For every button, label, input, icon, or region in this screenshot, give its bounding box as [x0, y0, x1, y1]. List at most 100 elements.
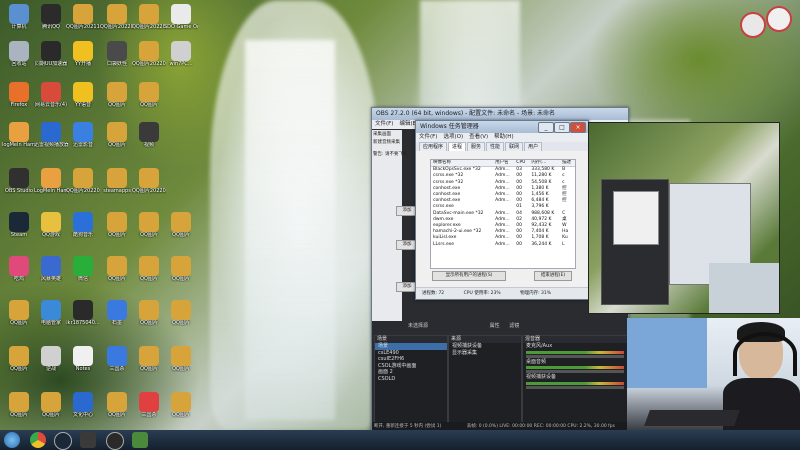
- desktop-icon[interactable]: QQ图片: [164, 346, 198, 380]
- desktop-icon[interactable]: QQ图片20211212...: [66, 4, 100, 38]
- close-button[interactable]: ×: [570, 122, 586, 133]
- tm-process-row[interactable]: DataSvc-main.exe *32 Adm... 04 988,608 KC: [431, 211, 575, 217]
- desktop-icon[interactable]: 吃鸡: [2, 256, 36, 290]
- obs-scene-item[interactable]: CSOLD: [375, 376, 447, 383]
- desktop-icon[interactable]: ikr1875040...: [66, 300, 100, 334]
- desktop-icon[interactable]: QQ图片: [2, 300, 36, 334]
- cs-taskbar-icon[interactable]: [80, 432, 96, 448]
- network-tray-icon[interactable]: [740, 12, 766, 38]
- tm-tab[interactable]: 性能: [486, 142, 505, 151]
- tm-column-header[interactable]: 内存(...: [529, 160, 561, 168]
- desktop-icon[interactable]: QQ图片: [132, 212, 166, 246]
- tm-tab[interactable]: 应用程序: [419, 142, 448, 151]
- desktop-icon[interactable]: SDO Game Online: [164, 4, 198, 38]
- tm-menu-item[interactable]: 查看(V): [469, 134, 488, 140]
- end-process-button[interactable]: 结束进程(E): [534, 271, 572, 281]
- tm-column-header[interactable]: 映像名称: [431, 160, 494, 168]
- steam-taskbar-icon[interactable]: [54, 432, 72, 450]
- desktop-icon[interactable]: QQ图片: [100, 256, 134, 290]
- app-tray-icon[interactable]: [766, 6, 792, 32]
- tm-menu-item[interactable]: 选项(O): [443, 134, 463, 140]
- desktop-icon[interactable]: 回收站: [2, 41, 36, 75]
- tm-column-header[interactable]: CPU: [514, 160, 530, 168]
- desktop-icon[interactable]: steamapps: [100, 168, 134, 202]
- minimize-button[interactable]: _: [538, 122, 554, 133]
- webcam-taskbar-icon[interactable]: [132, 432, 148, 448]
- start-button[interactable]: [4, 432, 20, 448]
- desktop-icon[interactable]: QQ图片: [34, 392, 68, 426]
- desktop-icon[interactable]: 酷狗音乐: [66, 212, 100, 246]
- desktop-icon[interactable]: 同期UU加速器: [34, 41, 68, 75]
- desktop-icon[interactable]: QQ图片: [100, 212, 134, 246]
- desktop-icon[interactable]: QQ图片20220316...: [132, 168, 166, 202]
- desktop-icon[interactable]: Steam: [2, 212, 36, 246]
- tm-tab[interactable]: 联网: [505, 142, 524, 151]
- desktop-icon[interactable]: LogMeIn Hamachi: [34, 168, 68, 202]
- obs-volume-slider[interactable]: [526, 354, 624, 358]
- desktop-icon[interactable]: QQ图片20220316...: [100, 4, 134, 38]
- tm-menu-item[interactable]: 文件(F): [419, 134, 437, 140]
- tm-menu-item[interactable]: 帮助(H): [494, 134, 513, 140]
- desktop-icon[interactable]: QQ图片: [164, 300, 198, 334]
- desktop-icon[interactable]: QQ图片: [100, 122, 134, 156]
- desktop-icon[interactable]: win7PC...: [164, 41, 198, 75]
- desktop-icon[interactable]: Notes: [66, 346, 100, 380]
- tm-tab[interactable]: 服务: [467, 142, 486, 151]
- desktop-icon[interactable]: 文化中心: [66, 392, 100, 426]
- desktop-icon[interactable]: QQ图片: [2, 346, 36, 380]
- obs-volume-slider[interactable]: [526, 385, 624, 389]
- desktop-icon[interactable]: 计算机: [2, 4, 36, 38]
- desktop-icon[interactable]: QQ图片: [132, 256, 166, 290]
- desktop-icon[interactable]: 三国杀: [132, 392, 166, 426]
- desktop-icon[interactable]: YY开播: [66, 41, 100, 75]
- desktop-icon[interactable]: 风暴英雄: [34, 256, 68, 290]
- desktop-icon[interactable]: 微信: [66, 256, 100, 290]
- maximize-button[interactable]: □: [554, 122, 570, 133]
- obs-volume-meter[interactable]: [526, 350, 624, 354]
- obs-left-item[interactable]: 新建音频采集: [372, 138, 402, 146]
- desktop-icon[interactable]: 口袋妖怪: [100, 41, 134, 75]
- desktop-icon[interactable]: QQ图片: [100, 82, 134, 116]
- desktop-icon[interactable]: 视频: [132, 122, 166, 156]
- desktop-icon[interactable]: QQ图片20220316...: [132, 4, 166, 38]
- desktop-icon[interactable]: QQ图片: [132, 300, 166, 334]
- tm-process-row[interactable]: LLsrs.exe Adm... 00 36,244 K L: [431, 242, 575, 248]
- desktop-icon[interactable]: logMeIn Hamachi: [2, 122, 36, 156]
- desktop-icon[interactable]: QQ图片20220316...: [66, 168, 100, 202]
- desktop-icon[interactable]: Firefox: [2, 82, 36, 116]
- obs-tab-properties[interactable]: 属性: [490, 323, 500, 329]
- desktop-icon[interactable]: QQ图片: [132, 82, 166, 116]
- desktop-icon[interactable]: QQ图片20220316...: [132, 41, 166, 75]
- obs-tab-filters[interactable]: 滤镜: [509, 323, 519, 329]
- desktop-icon[interactable]: QQ游戏: [34, 212, 68, 246]
- tm-tab[interactable]: 用户: [524, 142, 543, 151]
- obs-left-item[interactable]: 采集画面: [372, 130, 402, 138]
- obs-volume-slider[interactable]: [526, 370, 624, 373]
- tm-column-header[interactable]: 用户名: [493, 160, 515, 168]
- desktop-icon[interactable]: 腾讯QQ: [34, 4, 68, 38]
- desktop-icon[interactable]: 网易云音乐(4): [34, 82, 68, 116]
- tm-column-header[interactable]: 描述: [560, 160, 575, 168]
- show-all-users-button[interactable]: 显示所有用户的进程(S): [432, 271, 506, 281]
- obs-volume-meter[interactable]: [526, 366, 624, 369]
- desktop-icon[interactable]: 逆战: [34, 346, 68, 380]
- desktop-icon[interactable]: QQ图片: [164, 392, 198, 426]
- desktop-icon[interactable]: YY语音: [66, 82, 100, 116]
- obs-taskbar-icon[interactable]: [106, 432, 124, 450]
- tm-tab[interactable]: 进程: [448, 142, 467, 151]
- desktop-icon[interactable]: QQ图片: [100, 392, 134, 426]
- desktop-icon[interactable]: 三国杀: [100, 346, 134, 380]
- desktop-icon[interactable]: QQ图片: [2, 392, 36, 426]
- desktop-icon[interactable]: QQ图片: [132, 346, 166, 380]
- desktop-icon[interactable]: QQ图片: [164, 256, 198, 290]
- desktop-icon[interactable]: OBS Studio: [2, 168, 36, 202]
- obs-volume-meter[interactable]: [526, 381, 624, 385]
- obs-source-item[interactable]: 显示器采集: [449, 350, 521, 357]
- desktop-icon[interactable]: 石墨: [100, 300, 134, 334]
- desktop-icon[interactable]: QQ图片: [164, 212, 198, 246]
- desktop-icon[interactable]: 迅雷视频播放器: [34, 122, 68, 156]
- obs-menu-item[interactable]: 文件(F): [375, 121, 393, 127]
- desktop-icon[interactable]: 电脑管家: [34, 300, 68, 334]
- chrome-taskbar-icon[interactable]: [30, 432, 46, 448]
- desktop-icon[interactable]: 迅雷影音: [66, 122, 100, 156]
